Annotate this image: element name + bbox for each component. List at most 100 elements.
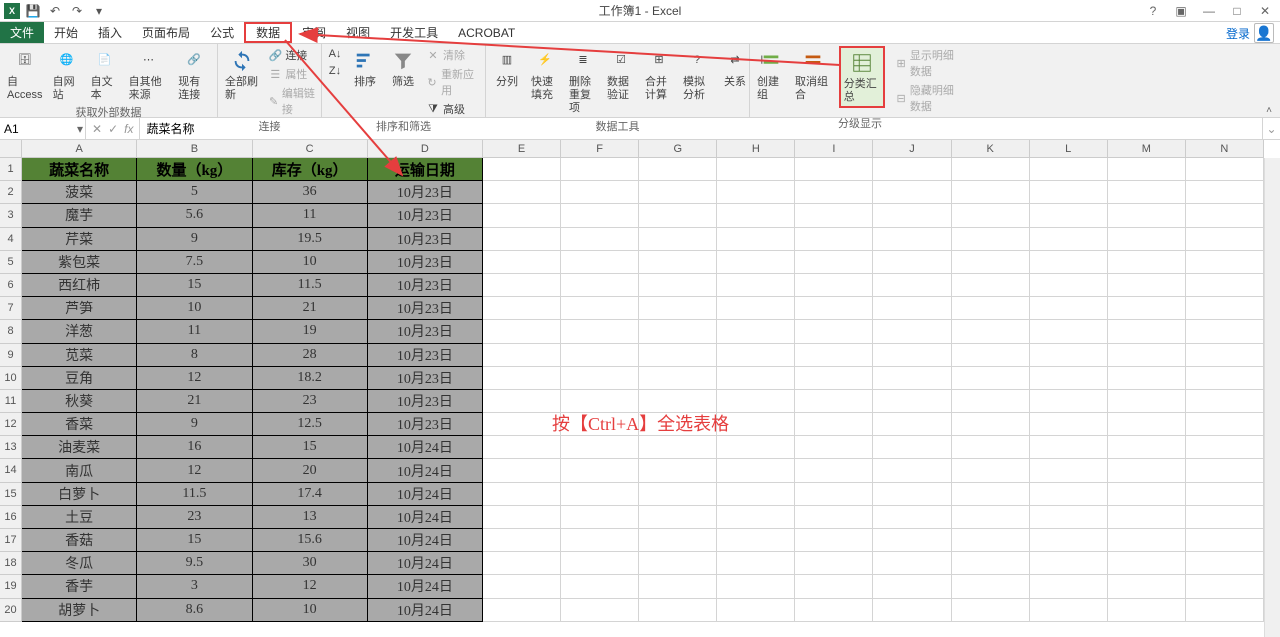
cell-M11[interactable] bbox=[1108, 390, 1186, 413]
cell-G14[interactable] bbox=[639, 459, 717, 482]
cell-H2[interactable] bbox=[717, 181, 795, 204]
split-button[interactable]: ▥分列 bbox=[490, 46, 524, 91]
cell-G16[interactable] bbox=[639, 506, 717, 529]
cell-J7[interactable] bbox=[873, 297, 951, 320]
hide-detail-button[interactable]: ⊟隐藏明细数据 bbox=[893, 81, 966, 115]
external-data-button-4[interactable]: 🔗现有连接 bbox=[175, 46, 213, 104]
cell-E19[interactable] bbox=[483, 575, 561, 598]
vertical-scrollbar[interactable] bbox=[1264, 158, 1280, 637]
cell-L1[interactable] bbox=[1030, 158, 1108, 181]
cell-D2[interactable]: 10月23日 bbox=[368, 181, 483, 204]
cell-K7[interactable] bbox=[952, 297, 1030, 320]
cell-A3[interactable]: 魔芋 bbox=[22, 204, 137, 227]
cell-D11[interactable]: 10月23日 bbox=[368, 390, 483, 413]
row-header-6[interactable]: 6 bbox=[0, 274, 22, 297]
cell-A14[interactable]: 南瓜 bbox=[22, 459, 137, 482]
cell-A5[interactable]: 紫包菜 bbox=[22, 251, 137, 274]
cell-I13[interactable] bbox=[795, 436, 873, 459]
minimize-button[interactable]: — bbox=[1198, 4, 1220, 18]
cell-H19[interactable] bbox=[717, 575, 795, 598]
col-header-H[interactable]: H bbox=[717, 140, 795, 158]
cell-C12[interactable]: 12.5 bbox=[253, 413, 368, 436]
cell-F4[interactable] bbox=[561, 228, 639, 251]
cell-M15[interactable] bbox=[1108, 483, 1186, 506]
cell-C7[interactable]: 21 bbox=[253, 297, 368, 320]
rel-button[interactable]: ⇄关系 bbox=[718, 46, 752, 91]
cell-D18[interactable]: 10月24日 bbox=[368, 552, 483, 575]
cell-I16[interactable] bbox=[795, 506, 873, 529]
cell-D19[interactable]: 10月24日 bbox=[368, 575, 483, 598]
cell-F10[interactable] bbox=[561, 367, 639, 390]
cell-C19[interactable]: 12 bbox=[253, 575, 368, 598]
cell-J15[interactable] bbox=[873, 483, 951, 506]
cell-J11[interactable] bbox=[873, 390, 951, 413]
cell-E16[interactable] bbox=[483, 506, 561, 529]
filter-button[interactable]: 筛选 bbox=[386, 46, 420, 91]
flash-button[interactable]: ⚡快速填充 bbox=[528, 46, 562, 104]
cell-K12[interactable] bbox=[952, 413, 1030, 436]
cell-E11[interactable] bbox=[483, 390, 561, 413]
cell-M1[interactable] bbox=[1108, 158, 1186, 181]
col-header-E[interactable]: E bbox=[483, 140, 561, 158]
cell-F18[interactable] bbox=[561, 552, 639, 575]
cell-K15[interactable] bbox=[952, 483, 1030, 506]
cell-F8[interactable] bbox=[561, 320, 639, 343]
cell-D6[interactable]: 10月23日 bbox=[368, 274, 483, 297]
group-button[interactable]: 创建组 bbox=[754, 46, 788, 104]
cell-A16[interactable]: 土豆 bbox=[22, 506, 137, 529]
cell-H14[interactable] bbox=[717, 459, 795, 482]
cell-E9[interactable] bbox=[483, 344, 561, 367]
cancel-formula-button[interactable]: ✕ bbox=[92, 122, 102, 136]
cell-A20[interactable]: 胡萝卜 bbox=[22, 599, 137, 622]
cell-G2[interactable] bbox=[639, 181, 717, 204]
cell-A11[interactable]: 秋葵 bbox=[22, 390, 137, 413]
cell-J16[interactable] bbox=[873, 506, 951, 529]
cell-B11[interactable]: 21 bbox=[137, 390, 252, 413]
cell-H1[interactable] bbox=[717, 158, 795, 181]
cell-A19[interactable]: 香芋 bbox=[22, 575, 137, 598]
cell-G6[interactable] bbox=[639, 274, 717, 297]
cell-C10[interactable]: 18.2 bbox=[253, 367, 368, 390]
valid-button[interactable]: ☑数据验证 bbox=[604, 46, 638, 104]
cells-area[interactable]: 蔬菜名称数量（kg）库存（kg）运输日期菠菜53610月23日魔芋5.61110… bbox=[22, 158, 1264, 637]
ungroup-button[interactable]: 取消组合 bbox=[792, 46, 835, 104]
cell-I11[interactable] bbox=[795, 390, 873, 413]
dedup-button[interactable]: ≣删除重复项 bbox=[566, 46, 600, 118]
cell-G8[interactable] bbox=[639, 320, 717, 343]
cell-G1[interactable] bbox=[639, 158, 717, 181]
login-link[interactable]: 登录 👤 bbox=[1226, 22, 1274, 44]
cell-C1[interactable]: 库存（kg） bbox=[253, 158, 368, 181]
cell-E18[interactable] bbox=[483, 552, 561, 575]
ribbon-options-button[interactable]: ▣ bbox=[1170, 4, 1192, 18]
cell-G17[interactable] bbox=[639, 529, 717, 552]
cell-L7[interactable] bbox=[1030, 297, 1108, 320]
cell-K11[interactable] bbox=[952, 390, 1030, 413]
cell-J9[interactable] bbox=[873, 344, 951, 367]
clear-filter-button[interactable]: ✕清除 bbox=[424, 46, 481, 64]
cell-G15[interactable] bbox=[639, 483, 717, 506]
cell-E20[interactable] bbox=[483, 599, 561, 622]
cell-F15[interactable] bbox=[561, 483, 639, 506]
cell-C20[interactable]: 10 bbox=[253, 599, 368, 622]
cell-I10[interactable] bbox=[795, 367, 873, 390]
cell-I14[interactable] bbox=[795, 459, 873, 482]
cell-L3[interactable] bbox=[1030, 204, 1108, 227]
cell-N10[interactable] bbox=[1186, 367, 1264, 390]
cell-N17[interactable] bbox=[1186, 529, 1264, 552]
cell-M6[interactable] bbox=[1108, 274, 1186, 297]
cell-F13[interactable] bbox=[561, 436, 639, 459]
tab-ACROBAT[interactable]: ACROBAT bbox=[448, 22, 525, 43]
cell-N15[interactable] bbox=[1186, 483, 1264, 506]
cell-D15[interactable]: 10月24日 bbox=[368, 483, 483, 506]
external-data-button-1[interactable]: 🌐自网站 bbox=[50, 46, 84, 104]
cell-M17[interactable] bbox=[1108, 529, 1186, 552]
cell-I17[interactable] bbox=[795, 529, 873, 552]
cell-E3[interactable] bbox=[483, 204, 561, 227]
cell-F9[interactable] bbox=[561, 344, 639, 367]
tab-开发工具[interactable]: 开发工具 bbox=[380, 22, 448, 43]
col-header-B[interactable]: B bbox=[137, 140, 252, 158]
cell-N3[interactable] bbox=[1186, 204, 1264, 227]
cell-E10[interactable] bbox=[483, 367, 561, 390]
edit-links-button[interactable]: ✎编辑链接 bbox=[266, 84, 317, 118]
cell-K1[interactable] bbox=[952, 158, 1030, 181]
